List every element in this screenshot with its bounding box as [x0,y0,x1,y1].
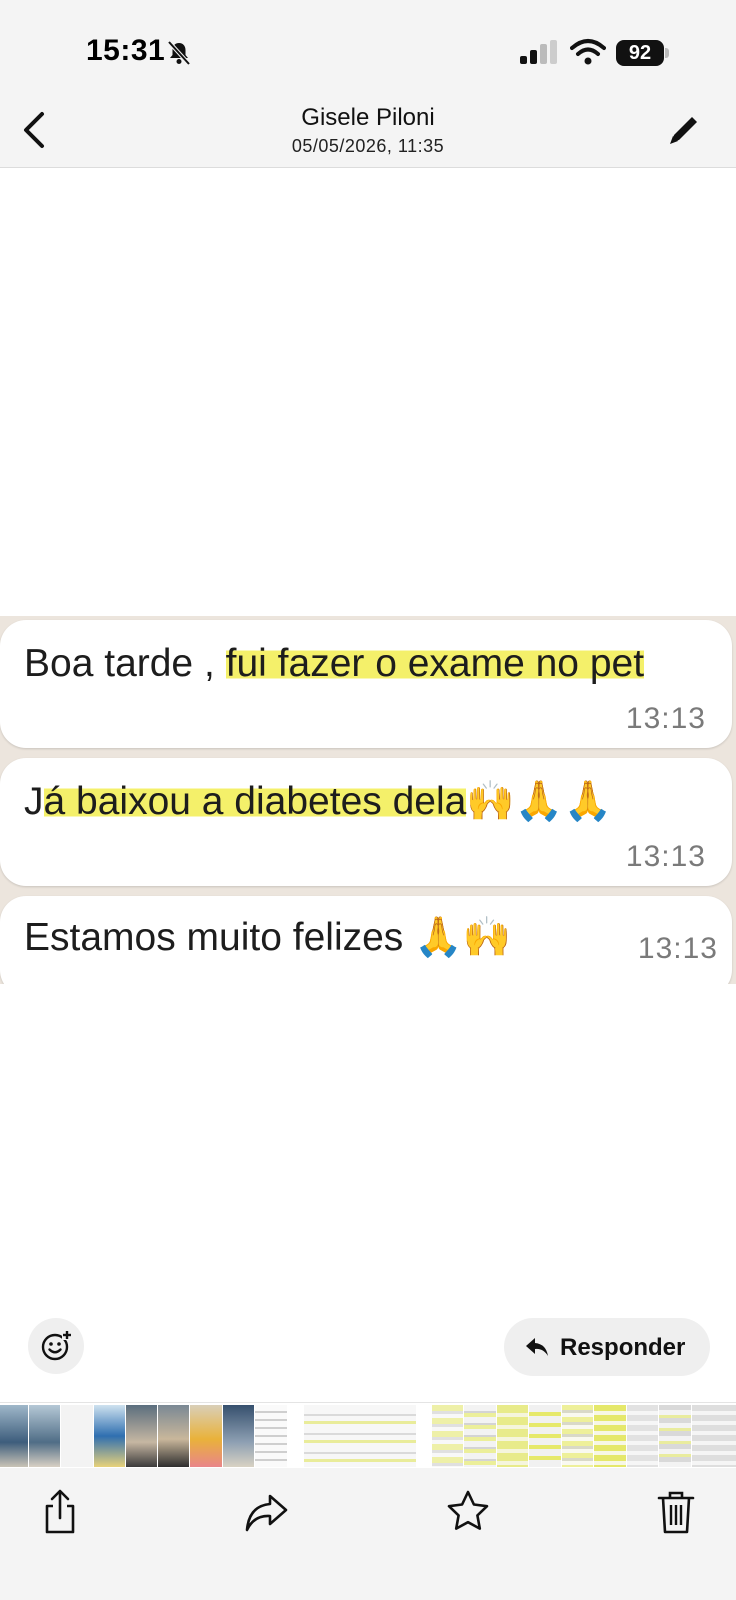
media-thumbnail[interactable] [627,1405,658,1467]
bell-off-icon [167,40,191,66]
message-bubble: Já baixou a diabetes dela🙌🙏🙏 13:13 [0,758,732,886]
media-thumbnail-strip[interactable] [0,1402,736,1468]
message-text-highlight: fui fazer o exame no pet [225,642,645,685]
media-thumbnail[interactable] [432,1405,463,1467]
chat-screenshot-image[interactable]: Boa tarde , fui fazer o exame no pet 13:… [0,616,736,984]
message-text: Já baixou a diabetes dela🙌🙏🙏 [24,778,612,824]
emoji-add-icon [41,1330,72,1361]
media-thumbnail[interactable] [94,1405,125,1467]
forward-icon[interactable] [242,1488,290,1536]
battery-tip [665,48,669,58]
media-thumbnail[interactable] [529,1405,561,1467]
media-thumbnail[interactable] [304,1405,416,1467]
media-thumbnail[interactable] [223,1405,254,1467]
message-text-plain: Estamos muito felizes [24,916,415,959]
message-text: Estamos muito felizes 🙏🙌 [24,914,511,960]
share-icon[interactable] [36,1488,84,1536]
message-text-plain: Boa tarde , [24,642,226,685]
media-thumbnail[interactable] [464,1405,496,1467]
pencil-icon[interactable] [664,110,704,150]
media-thumbnail[interactable] [692,1405,736,1467]
signal-icon [520,40,557,64]
message-bubble: Estamos muito felizes 🙏🙌 13:13 [0,896,732,984]
battery-icon: 92 [616,40,664,66]
media-thumbnail[interactable] [659,1405,691,1467]
media-thumbnail[interactable] [497,1405,528,1467]
media-thumbnail[interactable] [190,1405,222,1467]
message-time: 13:13 [637,932,718,965]
message-emoji: 🙌🙏🙏 [466,780,613,823]
reply-button-label: Responder [560,1334,686,1361]
wifi-icon [570,39,606,65]
media-thumbnail[interactable] [0,1405,28,1467]
media-thumbnail[interactable] [29,1405,60,1467]
message-emoji: 🙏🙌 [414,916,512,959]
reply-button[interactable]: Responder [504,1318,710,1376]
media-viewer-screen: 15:31 92 Gisele Piloni 05/05/2026, 11:35 [0,0,736,1600]
media-thumbnail[interactable] [594,1405,626,1467]
message-text-plain: J [24,780,44,823]
media-thumbnail[interactable] [158,1405,189,1467]
star-icon[interactable] [444,1488,492,1536]
message-text: Boa tarde , fui fazer o exame no pet [24,642,645,686]
media-thumbnail[interactable] [126,1405,157,1467]
message-time: 13:13 [625,840,706,873]
trash-icon[interactable] [652,1488,700,1536]
message-datetime: 05/05/2026, 11:35 [291,136,445,156]
message-time: 13:13 [625,702,706,735]
back-button[interactable] [16,108,52,152]
message-text-highlight: á baixou a diabetes dela [43,780,467,823]
top-bar: 15:31 92 Gisele Piloni 05/05/2026, 11:35 [0,0,736,168]
media-thumbnail[interactable] [562,1405,593,1467]
contact-name: Gisele Piloni [301,104,435,131]
media-thumbnail[interactable] [61,1405,93,1467]
add-reaction-button[interactable] [28,1318,84,1374]
bottom-toolbar [0,1468,736,1600]
message-bubble: Boa tarde , fui fazer o exame no pet 13:… [0,620,732,748]
reply-arrow-icon [526,1338,548,1356]
status-time: 15:31 [86,34,166,67]
media-thumbnail[interactable] [255,1405,287,1467]
